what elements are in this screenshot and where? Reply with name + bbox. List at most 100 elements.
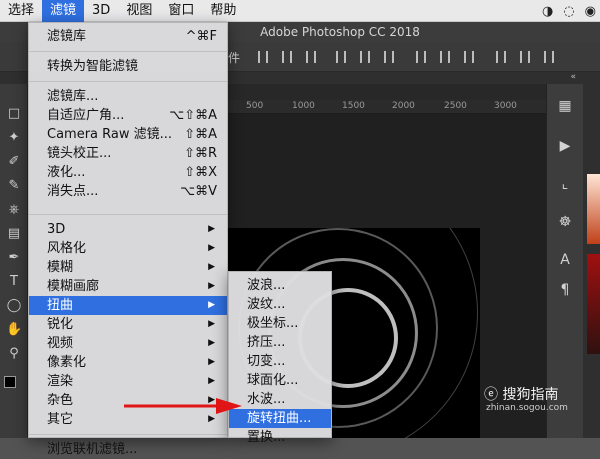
zoom-tool-icon[interactable]: ⚲ — [6, 346, 22, 362]
submenu-arrow-icon: ▶ — [208, 319, 215, 329]
menu-item[interactable]: 球面化... — [229, 371, 331, 390]
distribute-right-icon[interactable] — [544, 51, 554, 63]
submenu-item[interactable]: 视频 ▶ — [29, 334, 227, 353]
align-center-icon[interactable] — [282, 51, 292, 63]
menu-item[interactable]: 镜头校正... ⇧⌘R — [29, 144, 227, 163]
distribute-top-icon[interactable] — [416, 51, 426, 63]
align-right-icon[interactable] — [306, 51, 316, 63]
qq-icon[interactable]: ◑ — [542, 4, 553, 19]
tools-panel: □ ✦ ✐ ✎ ⎈ ▤ ✒ T ◯ ✋ ⚲ — [0, 84, 28, 438]
menu-filter[interactable]: 滤镜 — [42, 0, 85, 22]
menu-item-label: 转换为智能滤镜 — [47, 59, 139, 74]
menu-item[interactable]: 极坐标... — [229, 314, 331, 333]
watermark-url: zhinan.sogou.com — [486, 403, 568, 413]
menu-help[interactable]: 帮助 — [202, 0, 244, 22]
submenu-item[interactable]: 风格化 ▶ — [29, 239, 227, 258]
align-left-icon[interactable] — [258, 51, 268, 63]
menu-item[interactable]: 挤压... — [229, 333, 331, 352]
menu-item-label: 模糊 — [47, 260, 74, 275]
menu-item-label: 其它 — [47, 412, 74, 427]
menu-item[interactable]: 波纹... — [229, 295, 331, 314]
magic-wand-tool-icon[interactable]: ✦ — [6, 130, 22, 146]
type-tool-icon[interactable]: T — [6, 274, 22, 290]
submenu-item[interactable]: 模糊画廊 ▶ — [29, 277, 227, 296]
submenu-item[interactable]: 渲染 ▶ — [29, 372, 227, 391]
submenu-arrow-icon: ▶ — [208, 224, 215, 234]
menu-item-label: 镜头校正... — [47, 146, 112, 161]
menu-item-browse-online[interactable]: 浏览联机滤镜... — [29, 440, 227, 459]
align-bottom-icon[interactable] — [384, 51, 394, 63]
horizontal-ruler[interactable]: 500 1000 1500 2000 2500 3000 — [228, 100, 546, 114]
menu-item[interactable]: 滤镜库... — [29, 87, 227, 106]
collapse-panels-icon[interactable]: « — [570, 72, 576, 82]
menu-item[interactable]: 自适应广角... ⌥⇧⌘A — [29, 106, 227, 125]
menu-item-label: 锐化 — [47, 317, 74, 332]
shape-tool-icon[interactable]: ◯ — [6, 298, 22, 314]
foreground-color-swatch[interactable] — [4, 376, 16, 388]
submenu-arrow-icon: ▶ — [208, 281, 215, 291]
watermark-logo: ⓔ 搜狗指南 — [484, 387, 559, 403]
watermark-text: 搜狗指南 — [502, 387, 559, 403]
menu-item-twirl[interactable]: 旋转扭曲... — [229, 409, 331, 428]
submenu-item[interactable]: 扭曲 ▶ — [29, 296, 227, 315]
distribute-bottom-icon[interactable] — [464, 51, 474, 63]
menu-item-label: 3D — [47, 222, 66, 237]
color-panel[interactable] — [587, 254, 600, 354]
submenu-item[interactable]: 像素化 ▶ — [29, 353, 227, 372]
menu-separator — [29, 81, 227, 82]
character-icon[interactable]: A — [555, 250, 575, 270]
properties-icon[interactable]: ☸ — [555, 212, 575, 232]
menu-item-label: 极坐标... — [247, 316, 299, 331]
menu-item[interactable]: 切变... — [229, 352, 331, 371]
hand-tool-icon[interactable]: ✋ — [6, 322, 22, 338]
menu-item-label: 液化... — [47, 165, 86, 180]
eyedropper-tool-icon[interactable]: ✐ — [6, 154, 22, 170]
distribute-left-icon[interactable] — [496, 51, 506, 63]
menu-item[interactable]: Camera Raw 滤镜... ⇧⌘A — [29, 125, 227, 144]
submenu-arrow-icon: ▶ — [208, 243, 215, 253]
pen-tool-icon[interactable]: ✒ — [6, 250, 22, 266]
align-middle-icon[interactable] — [360, 51, 370, 63]
distribute-middle-icon[interactable] — [440, 51, 450, 63]
menu-item-label: 模糊画廊 — [47, 279, 100, 294]
menu-item-shortcut: ⇧⌘A — [184, 127, 217, 142]
marquee-tool-icon[interactable]: □ — [6, 106, 22, 122]
menu-3d[interactable]: 3D — [84, 0, 118, 22]
crop-icon[interactable]: ⌞ — [555, 174, 575, 194]
distribute-center-icon[interactable] — [520, 51, 530, 63]
submenu-item[interactable]: 锐化 ▶ — [29, 315, 227, 334]
menu-item[interactable]: 消失点... ⌥⌘V — [29, 182, 227, 201]
menu-item[interactable]: 波浪... — [229, 276, 331, 295]
menu-item-convert-smart-filter[interactable]: 转换为智能滤镜 — [29, 57, 227, 76]
menu-item-label: 渲染 — [47, 374, 74, 389]
align-top-icon[interactable] — [336, 51, 346, 63]
clone-stamp-tool-icon[interactable]: ⎈ — [6, 202, 22, 218]
play-icon[interactable]: ▶ — [555, 136, 575, 156]
color-picker-gradient[interactable] — [587, 174, 600, 244]
menu-item-last-filter[interactable]: 滤镜库 ^⌘F — [29, 27, 227, 46]
wechat-icon[interactable]: ◌ — [563, 4, 574, 19]
menu-window[interactable]: 窗口 — [160, 0, 202, 22]
menu-item-shortcut: ⇧⌘X — [184, 165, 217, 180]
menubar-status-icons: ◑ ◌ ◉ — [542, 0, 596, 22]
brush-tool-icon[interactable]: ✎ — [6, 178, 22, 194]
menu-item-label: 水波... — [247, 392, 286, 407]
window-title: Adobe Photoshop CC 2018 — [260, 25, 420, 39]
notification-icon[interactable]: ◉ — [585, 4, 596, 19]
submenu-item[interactable]: 3D ▶ — [29, 220, 227, 239]
menu-item-label: 波浪... — [247, 278, 286, 293]
menu-item[interactable]: 水波... — [229, 390, 331, 409]
puzzle-icon[interactable]: ▦ — [555, 96, 575, 116]
menu-item-label: 浏览联机滤镜... — [47, 442, 138, 457]
menu-item-label: 杂色 — [47, 393, 74, 408]
submenu-item[interactable]: 模糊 ▶ — [29, 258, 227, 277]
eraser-tool-icon[interactable]: ▤ — [6, 226, 22, 242]
paragraph-icon[interactable]: ¶ — [555, 280, 575, 300]
menu-view[interactable]: 视图 — [118, 0, 160, 22]
menu-item-shortcut: ^⌘F — [185, 29, 217, 44]
menu-item[interactable]: 液化... ⇧⌘X — [29, 163, 227, 182]
menu-item-label: 自适应广角... — [47, 108, 125, 123]
menu-item-label: 波纹... — [247, 297, 286, 312]
menu-select[interactable]: 选择 — [0, 0, 42, 22]
menu-separator — [29, 214, 227, 215]
